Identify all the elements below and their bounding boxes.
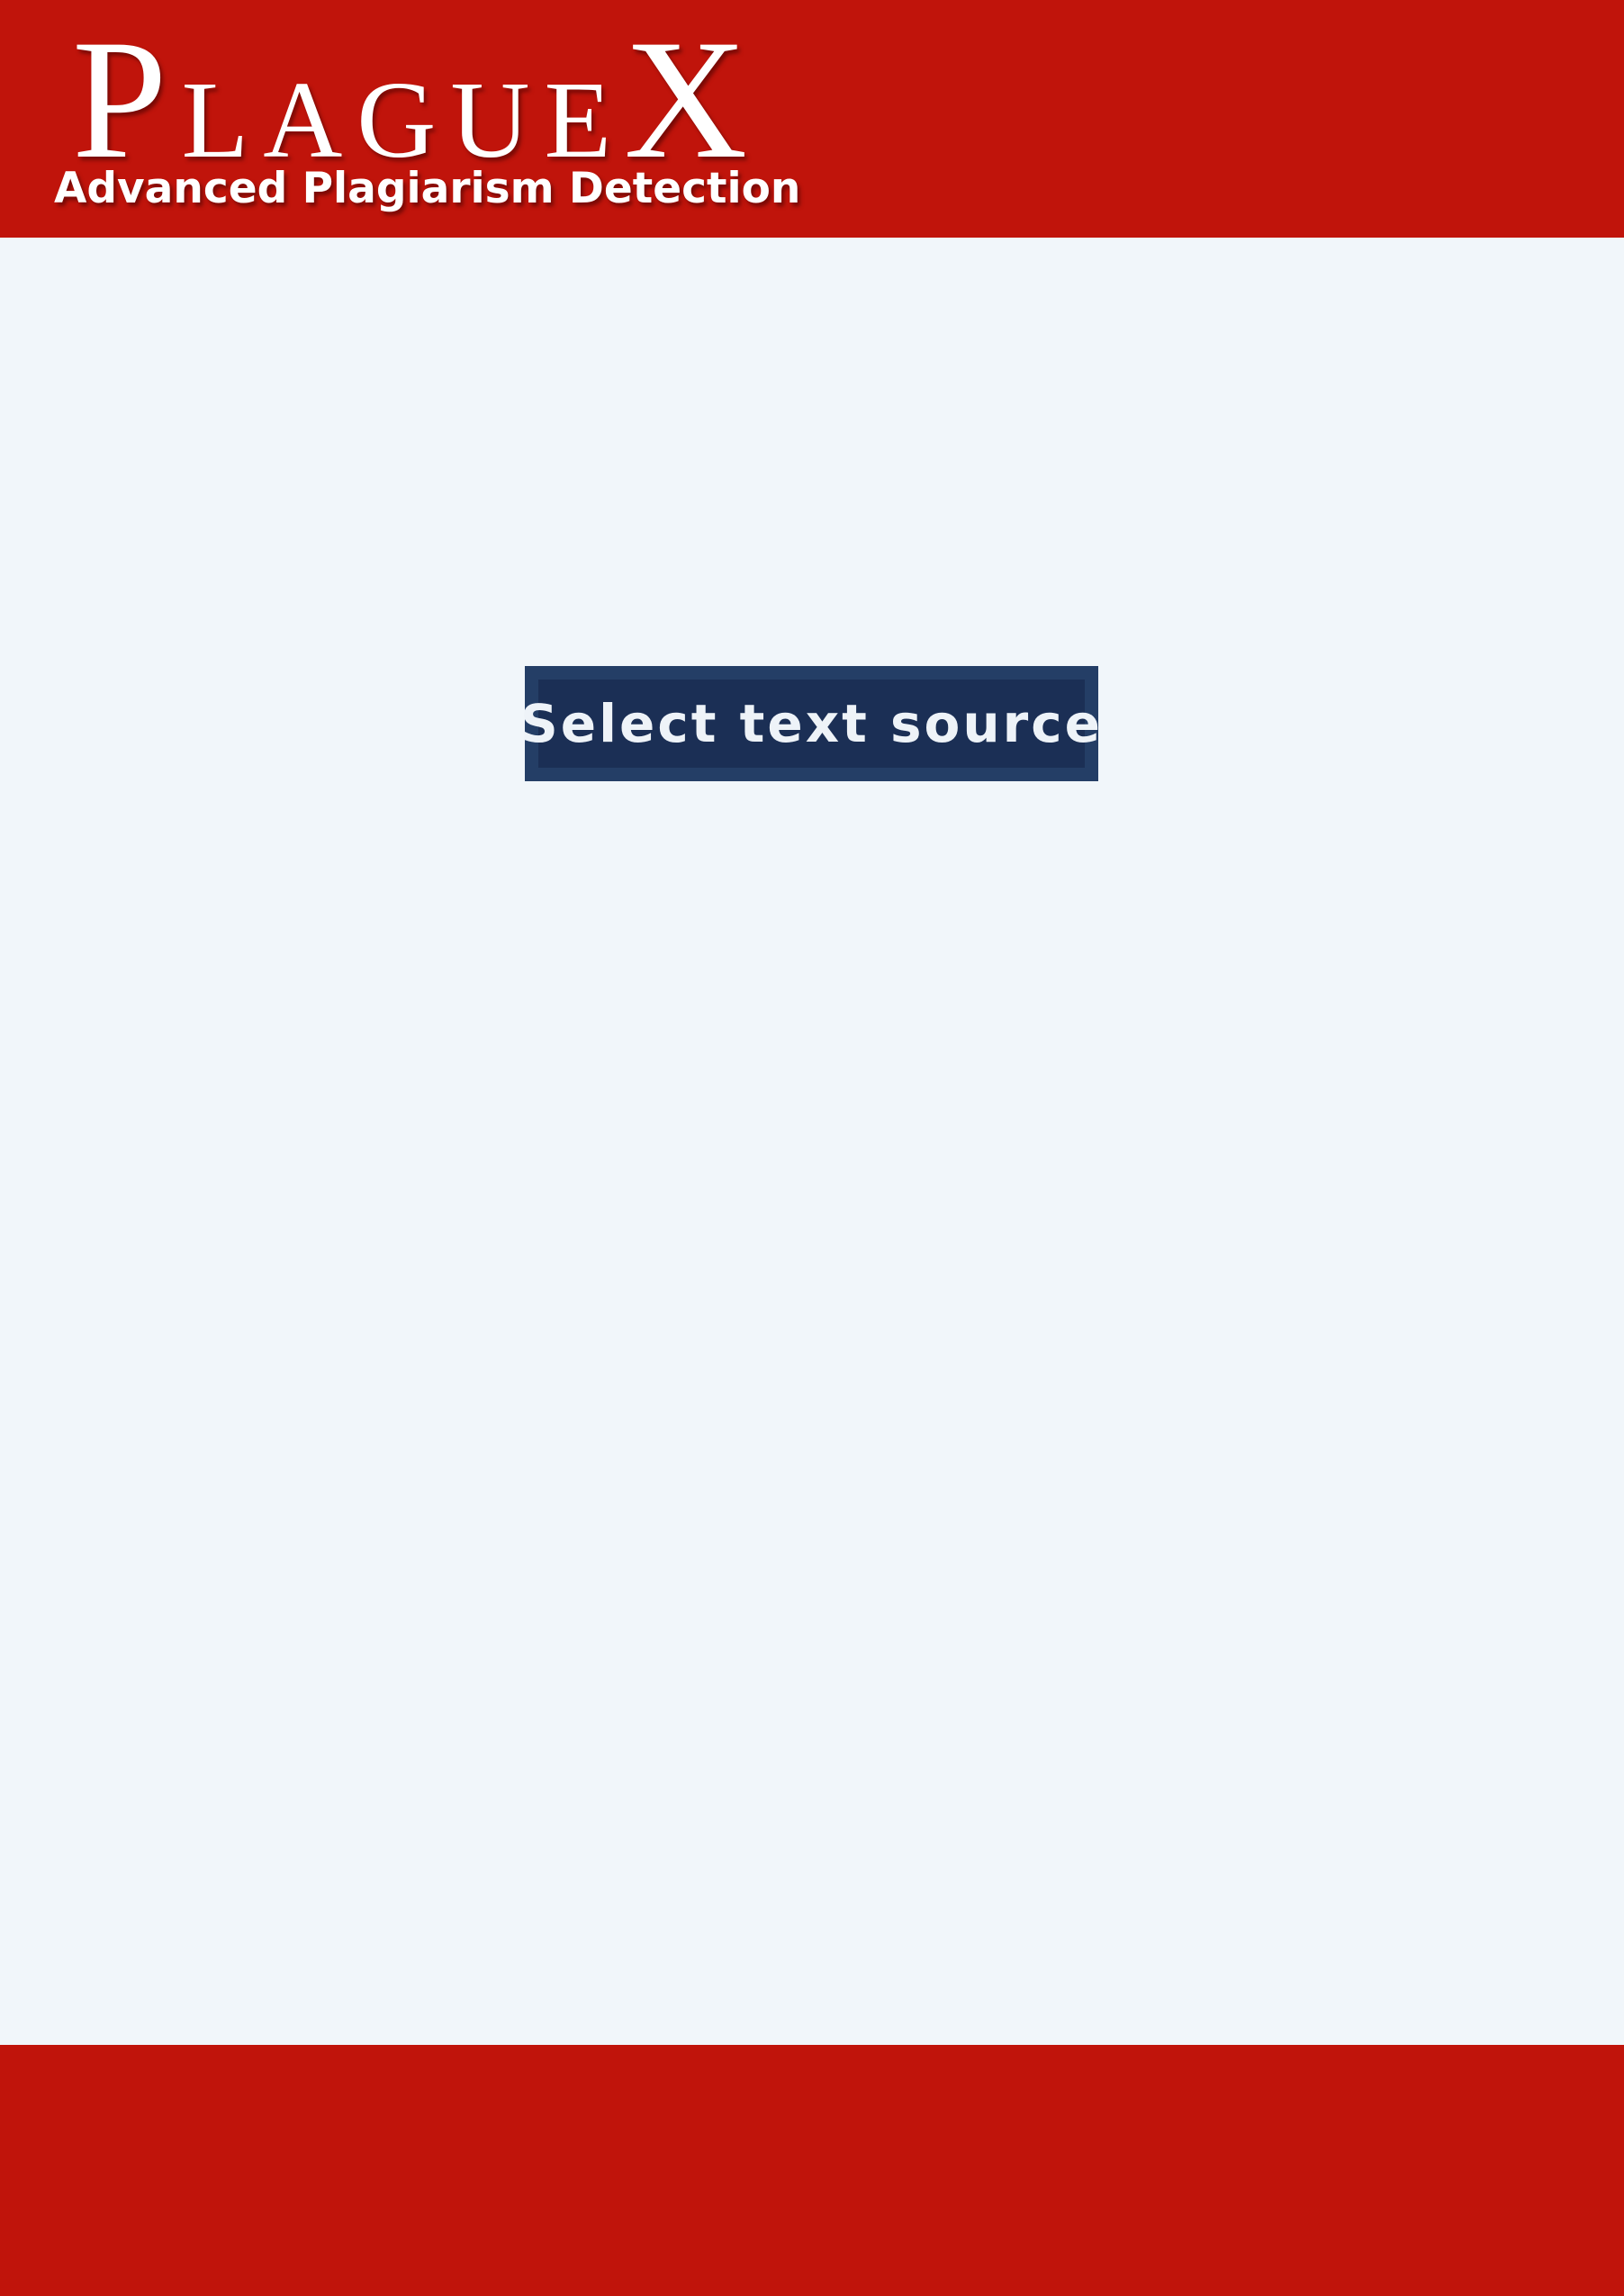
app-header: P LAGUE X Advanced Plagiarism Detection bbox=[0, 0, 1624, 238]
select-text-source-button[interactable]: Select text source bbox=[520, 666, 1100, 781]
app-page: P LAGUE X Advanced Plagiarism Detection … bbox=[0, 0, 1624, 2296]
main-content: Select text source bbox=[0, 238, 1624, 2045]
logo-middle-letters: LAGUE bbox=[181, 59, 627, 181]
app-footer bbox=[0, 2045, 1624, 2296]
select-text-source-label: Select text source bbox=[520, 680, 1100, 768]
plaguex-logo: P LAGUE X bbox=[72, 14, 747, 185]
app-tagline: Advanced Plagiarism Detection bbox=[54, 164, 801, 213]
